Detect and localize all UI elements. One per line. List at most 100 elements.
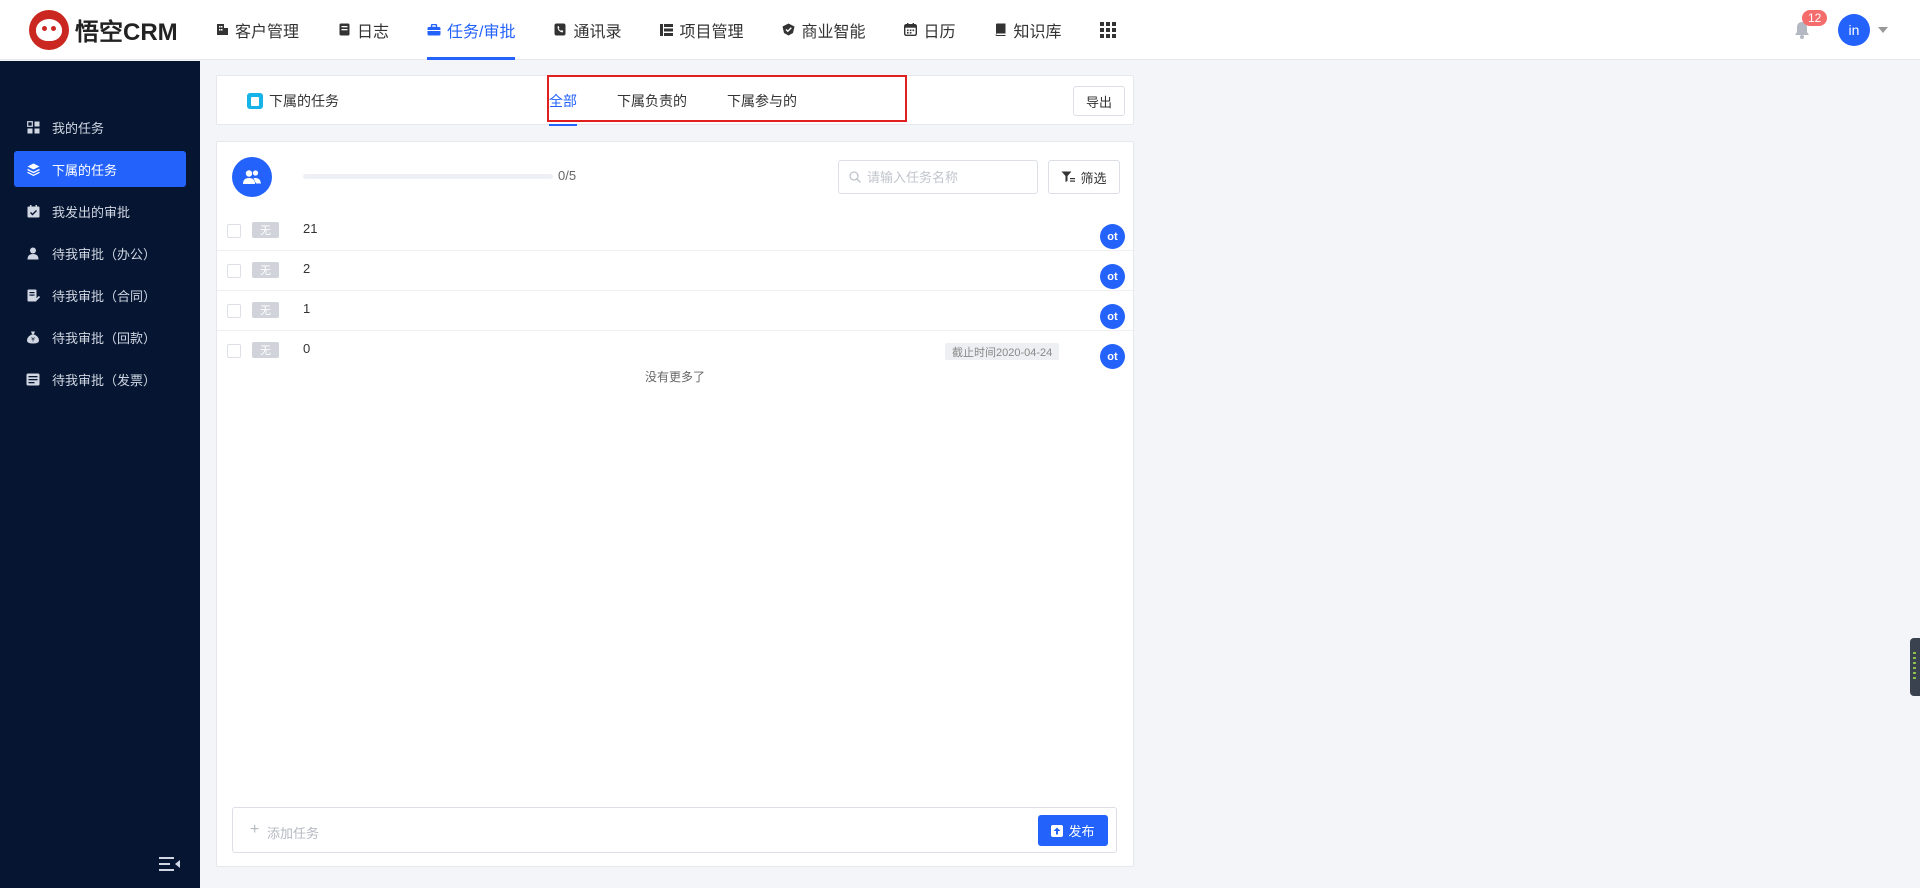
task-progress-bar <box>303 174 553 179</box>
sidebar-item-pending-payment[interactable]: ¥ 待我审批（回款） <box>14 319 186 355</box>
nav-item-label: 商业智能 <box>801 23 866 41</box>
task-checkbox[interactable] <box>227 304 241 318</box>
priority-tag: 无 <box>252 302 279 318</box>
table-row[interactable]: 无 1 ot <box>217 291 1133 331</box>
notification-bell[interactable]: 12 <box>1792 10 1828 40</box>
nav-item-bi[interactable]: 商业智能 <box>782 0 866 60</box>
nav-item-label: 日历 <box>923 23 956 41</box>
nav-item-calendar[interactable]: 日历 <box>904 0 956 60</box>
logo-text: 悟空CRM <box>75 19 178 46</box>
page-title: 下属的任务 <box>247 76 339 126</box>
svg-text:¥: ¥ <box>31 336 35 343</box>
money-bag-icon: ¥ <box>26 330 40 344</box>
sidebar-item-pending-office[interactable]: 待我审批（办公） <box>14 235 186 271</box>
group-users-icon <box>232 157 272 197</box>
nav-item-task-approval[interactable]: 任务/审批 <box>427 0 516 60</box>
table-row[interactable]: 无 21 ot <box>217 211 1133 251</box>
task-list: 无 21 ot 无 2 ot 无 1 ot 无 0 截止时间2020-04-24… <box>217 211 1133 371</box>
notebook-icon <box>337 23 351 37</box>
user-icon <box>26 246 40 260</box>
user-avatar[interactable]: in <box>1838 14 1870 46</box>
tab-all[interactable]: 全部 <box>549 76 577 126</box>
table-row[interactable]: 无 2 ot <box>217 251 1133 291</box>
nav-item-label: 日志 <box>357 23 390 41</box>
task-checkbox[interactable] <box>227 264 241 278</box>
contract-icon <box>26 288 40 302</box>
task-list-card: 0/5 筛选 无 21 ot 无 2 ot 无 1 ot 无 0 <box>216 141 1134 867</box>
owner-avatar[interactable]: ot <box>1100 264 1125 289</box>
logo[interactable]: 悟空CRM <box>29 9 187 50</box>
table-row[interactable]: 无 0 截止时间2020-04-24 ot <box>217 331 1133 371</box>
no-more-text: 没有更多了 <box>644 370 705 384</box>
sidebar-item-label: 下属的任务 <box>52 162 118 178</box>
building-icon <box>215 23 229 37</box>
apps-grid-button[interactable] <box>1099 0 1116 60</box>
task-name[interactable]: 0 <box>303 341 310 356</box>
nav-item-log[interactable]: 日志 <box>337 0 389 60</box>
page-title-text: 下属的任务 <box>269 93 339 109</box>
task-name[interactable]: 1 <box>303 301 310 316</box>
search-icon <box>849 171 861 183</box>
sidebar-item-label: 待我审批（回款） <box>52 330 157 346</box>
deadline-badge: 截止时间2020-04-24 <box>945 343 1060 360</box>
sidebar-item-label: 待我审批（发票） <box>52 372 157 388</box>
sidebar-item-label: 我发出的审批 <box>52 204 131 220</box>
nav-item-contacts[interactable]: 通讯录 <box>553 0 622 60</box>
shield-icon <box>782 23 796 37</box>
tab-subordinate-owned[interactable]: 下属负责的 <box>617 76 687 126</box>
monkey-logo-icon <box>29 9 69 50</box>
sidebar-item-my-tasks[interactable]: 我的任务 <box>14 109 186 145</box>
priority-tag: 无 <box>252 222 279 238</box>
invoice-icon <box>26 372 40 386</box>
sidebar-item-pending-invoice[interactable]: 待我审批（发票） <box>14 361 186 397</box>
collapse-menu-icon[interactable] <box>159 856 181 872</box>
nav-item-label: 任务/审批 <box>447 23 516 41</box>
owner-avatar[interactable]: ot <box>1100 304 1125 329</box>
nav-item-label: 通讯录 <box>573 23 622 41</box>
upload-icon <box>1051 824 1064 837</box>
nav-item-customer[interactable]: 客户管理 <box>215 0 299 60</box>
filter-button[interactable]: 筛选 <box>1048 160 1120 194</box>
task-checkbox[interactable] <box>227 224 241 238</box>
layers-icon <box>26 162 40 176</box>
task-checkbox[interactable] <box>227 344 241 358</box>
top-right-actions: 12 in <box>1792 0 1888 60</box>
sidebar-item-pending-contract[interactable]: 待我审批（合同） <box>14 277 186 313</box>
nav-item-knowledge[interactable]: 知识库 <box>994 0 1062 60</box>
task-progress-text: 0/5 <box>558 168 577 183</box>
owner-avatar[interactable]: ot <box>1100 224 1125 249</box>
nav-item-project[interactable]: 项目管理 <box>660 0 744 60</box>
task-name[interactable]: 21 <box>303 221 317 236</box>
sidebar-item-subordinate-tasks[interactable]: 下属的任务 <box>14 151 186 187</box>
chevron-down-icon[interactable] <box>1878 27 1888 33</box>
nav-item-label: 知识库 <box>1013 23 1062 41</box>
priority-tag: 无 <box>252 342 279 358</box>
filter-icon <box>1061 171 1076 182</box>
add-task-placeholder: 添加任务 <box>267 826 320 841</box>
task-header-card: 下属的任务 全部 下属负责的 下属参与的 导出 <box>216 75 1134 126</box>
task-filter-tabs: 全部 下属负责的 下属参与的 <box>549 76 837 126</box>
add-task-bar[interactable]: + 添加任务 发布 <box>232 807 1117 853</box>
main-nav: 客户管理 日志 任务/审批 通讯录 项目管理 商业智能 日历 知识库 <box>215 0 1154 60</box>
calendar-check-icon <box>26 204 40 218</box>
side-tool-handle[interactable] <box>1910 638 1920 696</box>
export-button[interactable]: 导出 <box>1073 86 1125 116</box>
top-navbar: 悟空CRM 客户管理 日志 任务/审批 通讯录 项目管理 商业智能 日历 知识库… <box>0 0 1920 60</box>
sidebar-item-my-approvals[interactable]: 我发出的审批 <box>14 193 186 229</box>
tab-subordinate-participated[interactable]: 下属参与的 <box>727 76 797 126</box>
sidebar-menu: 我的任务 下属的任务 我发出的审批 待我审批（办公） 待我审批（合同） ¥ 待我… <box>0 109 200 397</box>
publish-button[interactable]: 发布 <box>1038 815 1108 846</box>
plus-icon: + <box>250 821 260 838</box>
nav-item-label: 客户管理 <box>235 23 300 41</box>
sidebar-item-label: 待我审批（办公） <box>52 246 157 262</box>
briefcase-icon <box>427 23 441 37</box>
calendar-icon <box>904 23 918 37</box>
sidebar: 我的任务 下属的任务 我发出的审批 待我审批（办公） 待我审批（合同） ¥ 待我… <box>0 61 200 888</box>
task-name[interactable]: 2 <box>303 261 310 276</box>
phone-book-icon <box>553 23 567 37</box>
sidebar-item-label: 我的任务 <box>52 120 105 136</box>
project-icon <box>660 23 674 37</box>
task-search-input[interactable] <box>867 169 1027 185</box>
priority-tag: 无 <box>252 262 279 278</box>
owner-avatar[interactable]: ot <box>1100 344 1125 369</box>
